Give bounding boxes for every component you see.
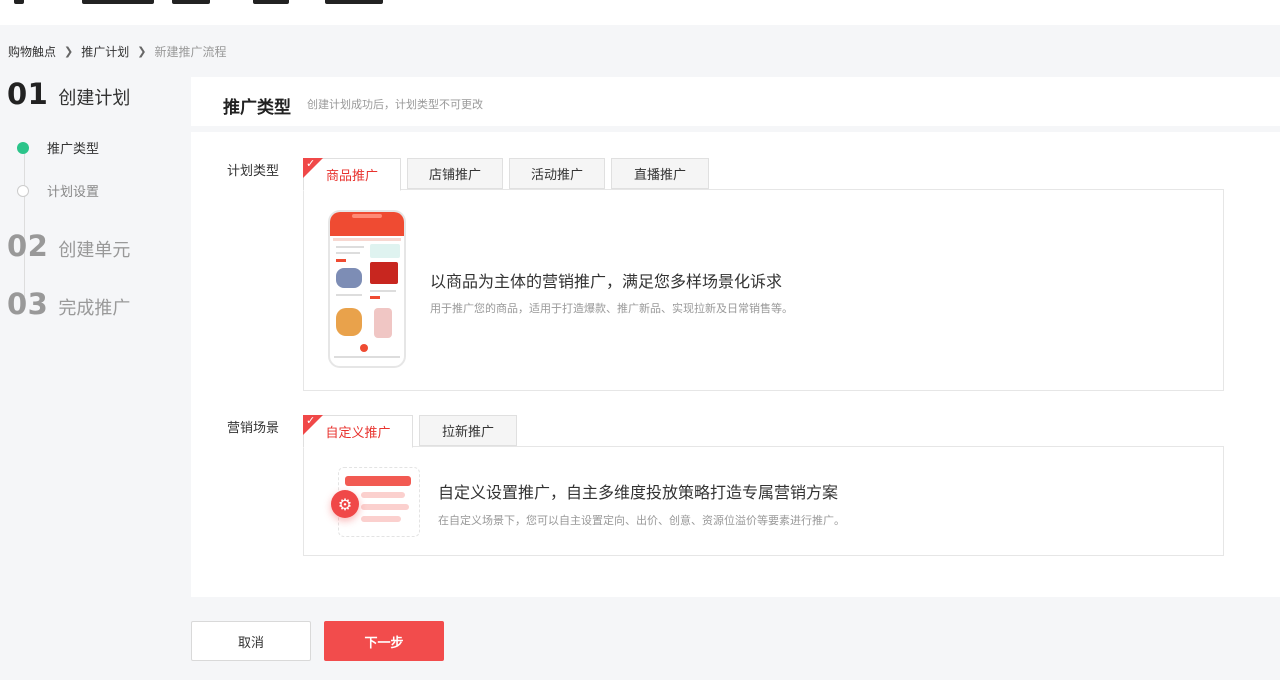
tab-new-customer-promotion[interactable]: 拉新推广 [419,415,517,446]
tab-product-promotion[interactable]: ✓ 商品推广 [303,158,401,191]
breadcrumb-item-promotion-plan[interactable]: 推广计划 [81,43,129,60]
step-title: 完成推广 [58,298,131,319]
substep-plan-settings[interactable]: 计划设置 [17,181,99,200]
section-note: 创建计划成功后，计划类型不可更改 [307,98,483,111]
step-title: 创建计划 [58,88,131,109]
breadcrumb-item-current: 新建推广流程 [154,45,227,59]
custom-promotion-card: ⚙ 自定义设置推广，自主多维度投放策略打造专属营销方案 在自定义场景下，您可以自… [303,446,1224,556]
tab-label: 直播推广 [633,168,686,183]
next-step-button[interactable]: 下一步 [324,621,444,661]
substep-label: 推广类型 [47,142,100,157]
settings-illustration: ⚙ [331,467,420,537]
tab-label: 活动推广 [530,168,583,183]
chevron-right-icon: ❯ [137,45,147,58]
step-number: 03 [7,287,49,321]
step-number: 01 [7,77,49,111]
tab-label: 店铺推广 [428,168,481,183]
card-description: 在自定义场景下，您可以自主设置定向、出价、创意、资源位溢价等要素进行推广。 [438,514,845,527]
card-description: 用于推广您的商品，适用于打造爆款、推广新品、实现拉新及日常销售等。 [430,302,793,315]
cancel-button[interactable]: 取消 [191,621,311,661]
card-headline: 以商品为主体的营销推广，满足您多样场景化诉求 [430,272,783,291]
check-icon: ✓ [306,414,316,427]
gear-icon: ⚙ [331,490,359,518]
chevron-right-icon: ❯ [64,45,74,58]
step-create-plan: 01 创建计划 [7,77,130,111]
step-connector-line [24,147,25,297]
card-headline: 自定义设置推广，自主多维度投放策略打造专属营销方案 [438,483,839,502]
tab-custom-promotion[interactable]: ✓ 自定义推广 [303,415,413,448]
tab-live-promotion[interactable]: 直播推广 [611,158,709,189]
step-complete: 03 完成推广 [7,287,130,321]
phone-mockup-illustration [328,210,406,368]
check-icon: ✓ [306,157,316,170]
section-title: 推广类型 [223,98,291,118]
breadcrumb: 购物触点 ❯ 推广计划 ❯ 新建推广流程 [8,43,226,60]
step-create-unit: 02 创建单元 [7,229,130,263]
top-navigation-bar [0,0,1280,25]
product-promotion-card: 以商品为主体的营销推广，满足您多样场景化诉求 用于推广您的商品，适用于打造爆款、… [303,189,1224,391]
tab-store-promotion[interactable]: 店铺推广 [407,158,503,189]
section-header: 推广类型 创建计划成功后，计划类型不可更改 [191,77,1280,126]
tab-label: 商品推广 [325,169,378,184]
marketing-scene-tabs: ✓ 自定义推广 拉新推广 [303,415,523,448]
tab-activity-promotion[interactable]: 活动推广 [509,158,605,189]
marketing-scene-label: 营销场景 [227,421,280,436]
plan-type-tabs: ✓ 商品推广 店铺推广 活动推广 直播推广 [303,158,715,191]
step-title: 创建单元 [58,240,131,261]
breadcrumb-item-shopping-touchpoint[interactable]: 购物触点 [8,43,56,60]
inactive-dot-icon [17,184,29,197]
substep-promotion-type[interactable]: 推广类型 [17,138,99,157]
step-number: 02 [7,229,49,263]
tab-label: 拉新推广 [441,425,494,440]
active-dot-icon [17,141,29,154]
settings-panel: 计划类型 ✓ 商品推广 店铺推广 活动推广 直播推广 以商品为主体的营销推广，满… [191,132,1280,597]
tab-label: 自定义推广 [325,426,391,441]
substep-label: 计划设置 [47,185,100,200]
plan-type-label: 计划类型 [227,164,280,179]
